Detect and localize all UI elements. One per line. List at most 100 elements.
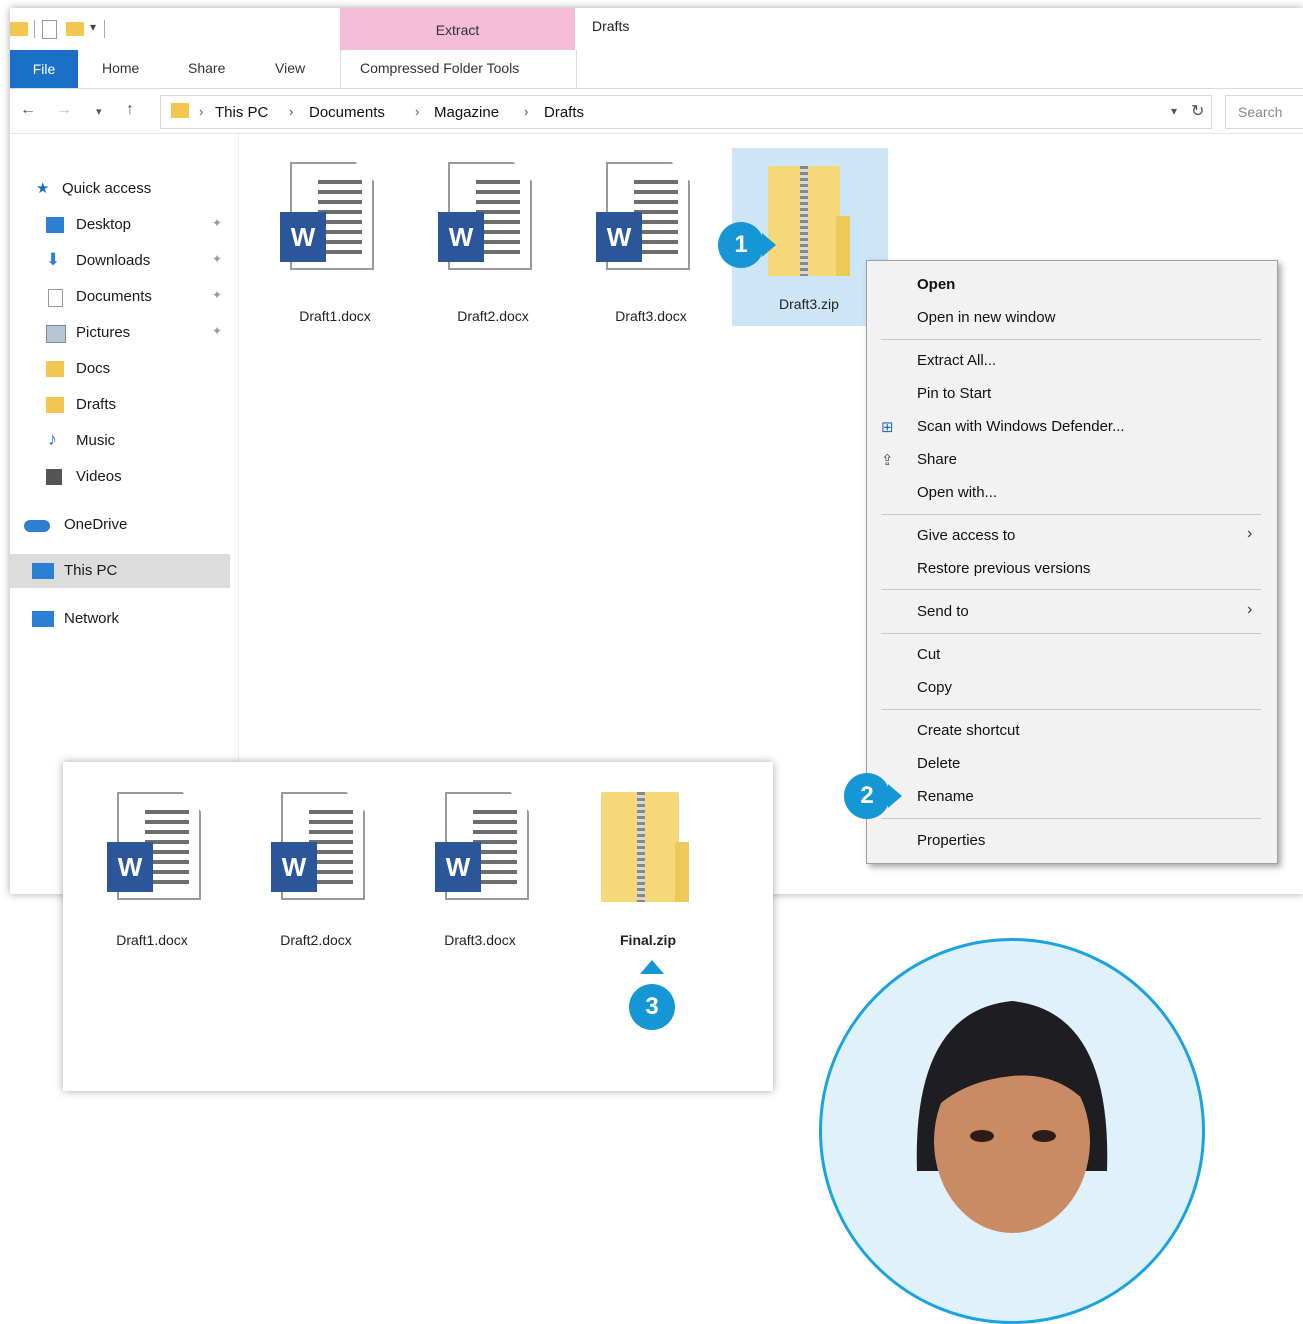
menu-label: Extract All...	[917, 352, 997, 369]
menu-item-open-with[interactable]: Open with...	[867, 477, 1277, 507]
back-arrow-icon[interactable]: ←	[20, 101, 36, 119]
nav-quick-access[interactable]: ★ Quick access	[10, 174, 230, 204]
person-illustration	[916, 1001, 1108, 1233]
sidebar-item-documents[interactable]: Documents ✦	[10, 282, 230, 312]
tab-file[interactable]: File	[10, 50, 78, 88]
badge-pointer	[762, 233, 776, 257]
chevron-right-icon[interactable]: ›	[524, 104, 528, 119]
menu-item-open[interactable]: Open	[867, 269, 1277, 299]
menu-item-extract-all[interactable]: Extract All...	[867, 345, 1277, 375]
extract-tab-label[interactable]: Extract	[340, 22, 575, 38]
sidebar-item-docs[interactable]: Docs	[10, 354, 230, 384]
tab-compressed-folder-tools[interactable]: Compressed Folder Tools	[360, 60, 519, 76]
file-item-draft2[interactable]: W Draft2.docx	[241, 792, 391, 962]
menu-divider	[881, 818, 1261, 819]
menu-label: Create shortcut	[917, 722, 1020, 739]
menu-label: Cut	[917, 646, 941, 663]
menu-label: Properties	[917, 832, 986, 849]
properties-icon[interactable]	[42, 20, 57, 39]
ribbon-tabs: File Home Share View Compressed Folder T…	[10, 50, 1303, 89]
desktop-icon	[46, 217, 64, 233]
character-avatar	[819, 938, 1205, 1324]
file-item-draft3[interactable]: W Draft3.docx	[405, 792, 555, 962]
file-item-draft2[interactable]: W Draft2.docx	[418, 158, 568, 328]
menu-item-properties[interactable]: Properties	[867, 825, 1277, 855]
nav-label: Downloads	[76, 252, 151, 269]
customize-toolbar-icon[interactable]: ▾	[90, 20, 96, 38]
tab-share[interactable]: Share	[188, 60, 225, 76]
pin-icon[interactable]: ✦	[212, 288, 222, 302]
tab-home[interactable]: Home	[102, 60, 139, 76]
menu-item-give-access[interactable]: Give access to ›	[867, 520, 1277, 550]
file-name: Draft3.docx	[444, 932, 516, 948]
cloud-icon	[24, 520, 50, 532]
menu-item-scan[interactable]: ⊞ Scan with Windows Defender...	[867, 411, 1277, 441]
menu-item-rename[interactable]: Rename	[867, 781, 1277, 811]
nav-label: This PC	[64, 562, 118, 579]
breadcrumb-documents[interactable]: Documents	[309, 104, 385, 121]
search-input[interactable]: Search	[1225, 95, 1303, 129]
breadcrumb-drafts[interactable]: Drafts	[544, 104, 584, 121]
badge-pointer	[640, 960, 664, 974]
result-inset-panel: W Draft1.docx W Draft2.docx W Draft3.doc…	[63, 762, 773, 1091]
file-item-draft1[interactable]: W Draft1.docx	[260, 158, 410, 328]
chevron-right-icon[interactable]: ›	[415, 104, 419, 119]
sidebar-item-downloads[interactable]: ⬇ Downloads ✦	[10, 246, 230, 276]
file-item-draft1[interactable]: W Draft1.docx	[77, 792, 227, 962]
address-bar-row: ← → ▾ ↑ › This PC › Documents › Magazine…	[10, 89, 1303, 134]
file-item-final-zip[interactable]: Final.zip	[573, 792, 723, 962]
menu-label: Copy	[917, 679, 953, 696]
pin-icon[interactable]: ✦	[212, 252, 222, 266]
menu-item-copy[interactable]: Copy	[867, 672, 1277, 702]
chevron-right-icon[interactable]: ›	[289, 104, 293, 119]
search-placeholder: Search	[1238, 104, 1283, 120]
menu-item-delete[interactable]: Delete	[867, 748, 1277, 778]
sidebar-item-drafts[interactable]: Drafts	[10, 390, 230, 420]
window-title: Drafts	[592, 18, 630, 34]
menu-item-share[interactable]: ⇪ Share	[867, 444, 1277, 474]
menu-item-pin-to-start[interactable]: Pin to Start	[867, 378, 1277, 408]
menu-item-create-shortcut[interactable]: Create shortcut	[867, 715, 1277, 745]
folder-icon	[171, 103, 189, 118]
nav-label: Desktop	[76, 216, 132, 233]
new-folder-icon[interactable]	[66, 22, 84, 36]
sidebar-item-this-pc[interactable]: This PC	[10, 554, 230, 588]
document-icon	[48, 289, 63, 307]
nav-label: Music	[76, 432, 116, 449]
sidebar-item-videos[interactable]: Videos	[10, 462, 230, 492]
refresh-icon[interactable]: ↻	[1191, 101, 1204, 121]
star-icon: ★	[36, 180, 50, 197]
menu-item-send-to[interactable]: Send to ›	[867, 596, 1277, 626]
download-icon: ⬇	[46, 250, 61, 269]
address-input[interactable]: › This PC › Documents › Magazine › Draft…	[160, 95, 1212, 129]
menu-label: Open	[917, 276, 956, 293]
chevron-right-icon[interactable]: ›	[199, 104, 203, 119]
chevron-down-icon[interactable]: ▾	[1171, 104, 1177, 118]
recent-locations-icon[interactable]: ▾	[96, 105, 102, 118]
menu-item-restore-versions[interactable]: Restore previous versions	[867, 553, 1277, 583]
menu-item-open-new-window[interactable]: Open in new window	[867, 302, 1277, 332]
breadcrumb-magazine[interactable]: Magazine	[434, 104, 499, 121]
sidebar-item-music[interactable]: ♪ Music	[10, 426, 230, 456]
sidebar-item-network[interactable]: Network	[10, 604, 230, 634]
folder-icon[interactable]	[10, 22, 28, 36]
divider	[34, 20, 35, 38]
sidebar-item-desktop[interactable]: Desktop ✦	[10, 210, 230, 240]
menu-label: Share	[917, 451, 958, 468]
sidebar-item-onedrive[interactable]: OneDrive	[10, 510, 230, 540]
nav-label: Documents	[76, 288, 152, 305]
breadcrumb-this-pc[interactable]: This PC	[215, 104, 268, 121]
forward-arrow-icon[interactable]: →	[56, 101, 72, 119]
computer-icon	[32, 563, 54, 579]
chevron-right-icon: ›	[1247, 601, 1253, 618]
file-item-draft3[interactable]: W Draft3.docx	[576, 158, 726, 328]
share-icon: ⇪	[881, 452, 894, 469]
pin-icon[interactable]: ✦	[212, 216, 222, 230]
network-icon	[32, 611, 54, 627]
tab-view[interactable]: View	[275, 60, 305, 76]
menu-item-cut[interactable]: Cut	[867, 639, 1277, 669]
pin-icon[interactable]: ✦	[212, 324, 222, 338]
up-arrow-icon[interactable]: ↑	[126, 101, 134, 119]
menu-divider	[881, 339, 1261, 340]
sidebar-item-pictures[interactable]: Pictures ✦	[10, 318, 230, 348]
